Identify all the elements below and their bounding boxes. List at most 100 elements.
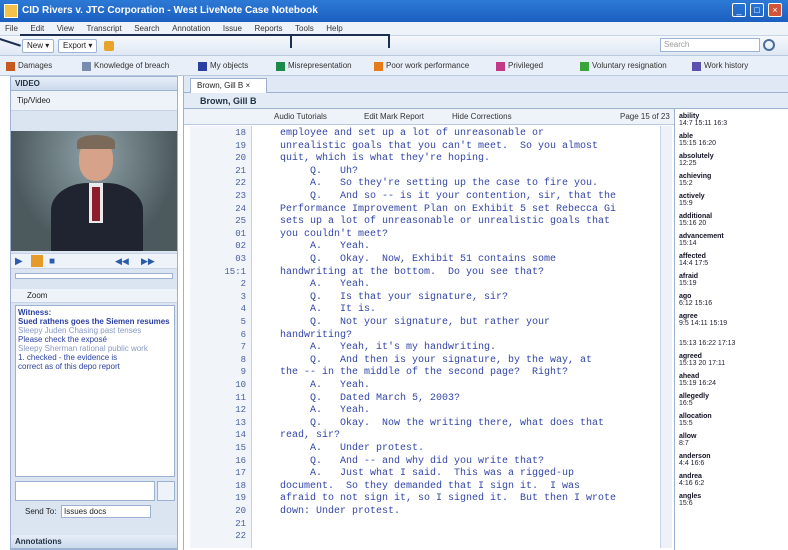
issue-my-objects[interactable]: My objects xyxy=(196,58,248,74)
issue-misrepresentation[interactable]: Misrepresentation xyxy=(274,58,352,74)
stop-icon[interactable]: ■ xyxy=(49,256,55,267)
deponent-name: Brown, Gill B xyxy=(184,93,788,109)
line-number: 15 xyxy=(235,443,246,453)
transcript-line[interactable]: A. Yeah. xyxy=(262,380,370,391)
transcript-line[interactable]: Performance Improvement Plan on Exhibit … xyxy=(262,204,616,215)
search-icon[interactable] xyxy=(763,39,775,51)
word-index-entry[interactable]: allocation 15:5 xyxy=(679,413,712,427)
transcript-line[interactable]: read, sir? xyxy=(262,430,340,441)
forward-icon[interactable]: ▶▶ xyxy=(141,256,155,267)
transcript-line[interactable]: Q. Is that your signature, sir? xyxy=(262,292,508,303)
word-index-entry[interactable]: andrea 4:16 6:2 xyxy=(679,473,704,487)
transcript-line[interactable]: afraid to not sign it, so I signed it. B… xyxy=(262,493,616,504)
audio-tutorials-button[interactable]: Audio Tutorials xyxy=(274,111,327,123)
note-line: correct as of this depo report xyxy=(18,362,120,371)
transcript-line[interactable]: Q. Uh? xyxy=(262,166,358,177)
video-progress-bar[interactable] xyxy=(15,273,173,279)
line-number: 20 xyxy=(235,506,246,516)
send-to-label: Send To: xyxy=(25,507,57,516)
word-index-entry[interactable]: actively 15:9 xyxy=(679,193,705,207)
transcript-line[interactable]: A. So they're setting up the case to fir… xyxy=(262,178,598,189)
transcript-line[interactable]: A. Yeah. xyxy=(262,241,370,252)
transcript-scrollbar[interactable] xyxy=(660,126,672,548)
line-number: 20 xyxy=(235,153,246,164)
rewind-icon[interactable]: ◀◀ xyxy=(115,256,129,267)
transcript-line[interactable]: A. Under protest. xyxy=(262,443,424,454)
transcript-line[interactable]: A. It is. xyxy=(262,304,376,315)
word-index-term: actively xyxy=(679,193,705,200)
word-index-term: allegedly xyxy=(679,393,709,400)
transcript-line[interactable]: Q. Dated March 5, 2003? xyxy=(262,393,460,404)
note-input[interactable] xyxy=(15,481,155,501)
search-input[interactable]: Search xyxy=(660,38,760,52)
word-index-entry[interactable]: allegedly 16:5 xyxy=(679,393,709,407)
word-index-refs: 6:12 15:16 xyxy=(679,300,713,307)
tab-deposition[interactable]: Brown, Gill B × xyxy=(190,78,268,93)
new-button[interactable]: New ▾ xyxy=(22,39,55,53)
transcript-line[interactable]: handwriting at the bottom. Do you see th… xyxy=(262,267,544,278)
page-indicator: Page 15 of 23 xyxy=(620,112,670,121)
transcript-line[interactable]: handwriting? xyxy=(262,330,352,341)
issue-damages[interactable]: Damages xyxy=(4,58,52,74)
transcript-line[interactable]: Q. And then is your signature, by the wa… xyxy=(262,355,592,366)
transcript-line[interactable]: Q. Okay. Now the writing there, what doe… xyxy=(262,418,604,429)
video-player[interactable] xyxy=(11,131,177,251)
word-index-entry[interactable]: additional 15:16 20 xyxy=(679,213,712,227)
annotation-list[interactable]: Witness: Sued rathens goes the Siemen re… xyxy=(15,305,175,477)
transcript-line[interactable]: Q. Not your signature, but rather your xyxy=(262,317,550,328)
settings-icon[interactable] xyxy=(104,41,114,51)
word-index-entry[interactable]: allow 8:7 xyxy=(679,433,697,447)
maximize-button[interactable]: □ xyxy=(750,3,764,17)
play-icon[interactable]: ▶ xyxy=(15,256,23,267)
word-index-entry[interactable]: agreed 15:13 20 17:11 xyxy=(679,353,725,367)
word-index-entry[interactable]: angles 15:6 xyxy=(679,493,701,507)
hide-corrections-button[interactable]: Hide Corrections xyxy=(452,111,512,123)
transcript-line[interactable]: quit, which is what they're hoping. xyxy=(262,153,490,164)
transcript-line[interactable]: Q. And so -- is it your contention, sir,… xyxy=(262,191,616,202)
transcript-line[interactable]: A. Yeah, it's my handwriting. xyxy=(262,342,496,353)
issue-voluntary[interactable]: Voluntary resignation xyxy=(578,58,667,74)
word-index-entry[interactable]: absolutely 12:25 xyxy=(679,153,714,167)
transcript-line[interactable]: sets up a lot of unreasonable or unreali… xyxy=(262,216,610,227)
transcript-line[interactable]: A. Yeah. xyxy=(262,405,370,416)
issue-work-history[interactable]: Work history xyxy=(690,58,748,74)
transcript-line[interactable]: Q. Okay. Now, Exhibit 51 contains some xyxy=(262,254,556,265)
word-index-entry[interactable]: anderson 4:4 16:6 xyxy=(679,453,711,467)
close-button[interactable]: × xyxy=(768,3,782,17)
word-index-entry[interactable]: ahead 15:19 16:24 xyxy=(679,373,716,387)
word-index-entry[interactable]: ago 6:12 15:16 xyxy=(679,293,712,307)
transcript-line[interactable]: the -- in the middle of the second page?… xyxy=(262,367,568,378)
transcript-line[interactable]: document. So they demanded that I sign i… xyxy=(262,481,580,492)
pause-icon[interactable] xyxy=(31,255,43,267)
minimize-button[interactable]: _ xyxy=(732,3,746,17)
transcript-line[interactable]: down: Under protest. xyxy=(262,506,400,517)
issue-color-icon xyxy=(580,62,589,71)
transcript-line[interactable]: Q. And -- and why did you write that? xyxy=(262,456,544,467)
issue-poor-work[interactable]: Poor work performance xyxy=(372,58,469,74)
save-note-button[interactable] xyxy=(157,481,175,501)
line-number: 2 xyxy=(240,279,246,290)
word-index-entry[interactable]: able 15:15 16:20 xyxy=(679,133,716,147)
word-index-entry[interactable]: 15:13 16:22 17:13 xyxy=(679,333,735,347)
transcript-line[interactable]: unrealistic goals that you can't meet. S… xyxy=(262,141,598,152)
word-index-entry[interactable]: achieving 15:2 xyxy=(679,173,711,187)
transcript-line[interactable]: A. Just what I said. This was a rigged-u… xyxy=(262,468,574,479)
line-number: 21 xyxy=(235,518,246,529)
transcript-line[interactable]: employee and set up a lot of unreasonabl… xyxy=(262,128,544,139)
edit-mark-report-button[interactable]: Edit Mark Report xyxy=(364,111,424,123)
word-index-entry[interactable]: affected 14:4 17:5 xyxy=(679,253,708,267)
word-index-entry[interactable]: ability 14:7 15:11 16:3 xyxy=(679,113,727,127)
issue-knowledge[interactable]: Knowledge of breach xyxy=(80,58,169,74)
transcript-line[interactable]: you couldn't meet? xyxy=(262,229,388,240)
word-index-entry[interactable]: afraid 15:19 xyxy=(679,273,698,287)
line-number: 15:1 xyxy=(224,266,246,277)
export-button[interactable]: Export ▾ xyxy=(58,39,98,53)
note-line: Please check the exposé xyxy=(18,335,107,344)
transcript-line[interactable]: A. Yeah. xyxy=(262,279,370,290)
word-index-entry[interactable]: advancement 15:14 xyxy=(679,233,724,247)
issue-privileged[interactable]: Privileged xyxy=(494,58,543,74)
send-to-select[interactable]: Issues docs xyxy=(61,505,151,518)
word-index-pane: ability 14:7 15:11 16:3 able 15:15 16:20 abs… xyxy=(674,109,788,550)
word-index-entry[interactable]: agree 9:5 14:11 15:19 xyxy=(679,313,727,327)
word-index-term: able xyxy=(679,133,694,140)
